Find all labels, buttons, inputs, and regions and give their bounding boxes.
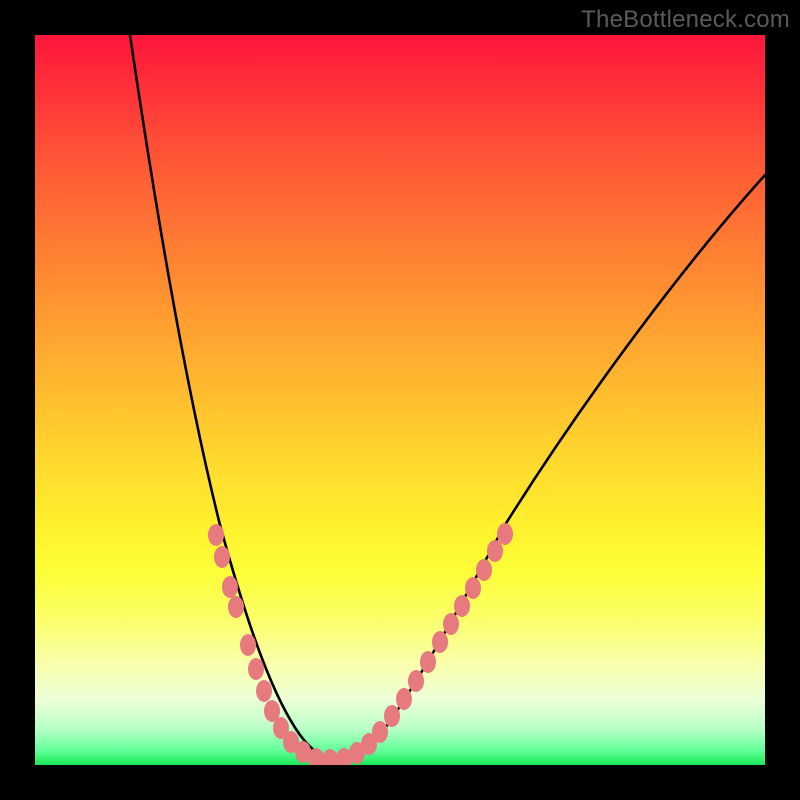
- marker-point: [256, 680, 272, 702]
- marker-point: [228, 596, 244, 618]
- marker-point: [420, 651, 436, 673]
- marker-point: [396, 688, 412, 710]
- marker-point: [384, 705, 400, 727]
- marker-point: [248, 658, 264, 680]
- marker-point: [476, 559, 492, 581]
- marker-point: [443, 613, 459, 635]
- marker-point: [322, 749, 338, 765]
- marker-point: [497, 523, 513, 545]
- marker-point: [408, 670, 424, 692]
- watermark-text: TheBottleneck.com: [581, 6, 790, 34]
- marker-point: [214, 546, 230, 568]
- marker-point: [372, 721, 388, 743]
- marker-point: [432, 631, 448, 653]
- bottleneck-curve: [130, 35, 765, 760]
- marker-point: [465, 577, 481, 599]
- marker-point: [487, 540, 503, 562]
- marker-group: [208, 523, 513, 765]
- marker-point: [240, 634, 256, 656]
- marker-point: [454, 595, 470, 617]
- chart-frame: TheBottleneck.com: [0, 0, 800, 800]
- marker-point: [208, 524, 224, 546]
- curve-layer: [35, 35, 765, 765]
- plot-area: [35, 35, 765, 765]
- marker-point: [222, 576, 238, 598]
